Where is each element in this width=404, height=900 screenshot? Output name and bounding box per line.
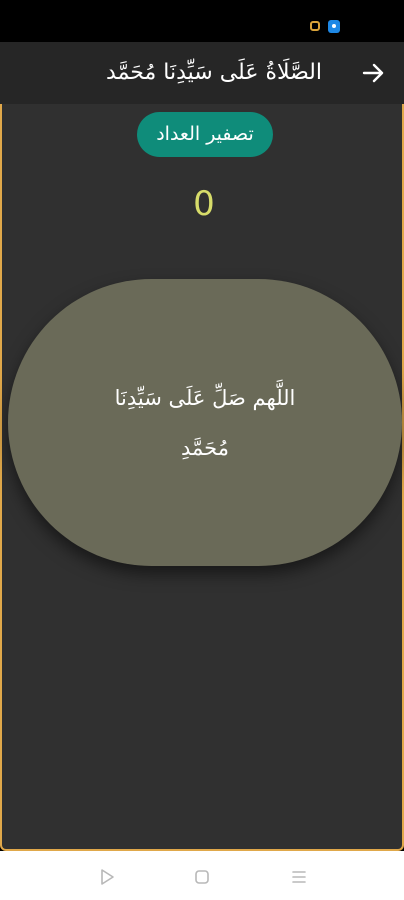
status-bar [0, 0, 404, 42]
play-triangle-icon[interactable] [97, 867, 117, 887]
main-content: تصفير العداد 0 اللَّهم صَلِّ عَلَى سَيِّ… [0, 104, 404, 851]
dhikr-line-1: اللَّهم صَلِّ عَلَى سَيِّدِنَا [114, 385, 296, 410]
dhikr-line-2: مُحَمَّدِ [181, 435, 229, 460]
dhikr-tap-button[interactable]: اللَّهم صَلِّ عَلَى سَيِّدِنَا مُحَمَّدِ [8, 279, 402, 566]
counter-value: 0 [193, 184, 215, 224]
app-status-icon [328, 20, 340, 33]
dhikr-text: اللَّهم صَلِّ عَلَى سَيِّدِنَا مُحَمَّدِ [95, 373, 315, 473]
app-bar: الصَّلَاةُ عَلَى سَيِّدِنَا مُحَمَّد [0, 42, 404, 104]
square-home-icon[interactable] [192, 867, 212, 887]
page-title: الصَّلَاةُ عَلَى سَيِّدِنَا مُحَمَّد [106, 60, 322, 85]
arrow-right-icon[interactable] [360, 61, 388, 85]
menu-lines-icon[interactable] [289, 867, 309, 887]
notification-icon [310, 21, 320, 31]
reset-counter-button[interactable]: تصفير العداد [137, 112, 273, 157]
system-nav-bar [0, 851, 404, 900]
